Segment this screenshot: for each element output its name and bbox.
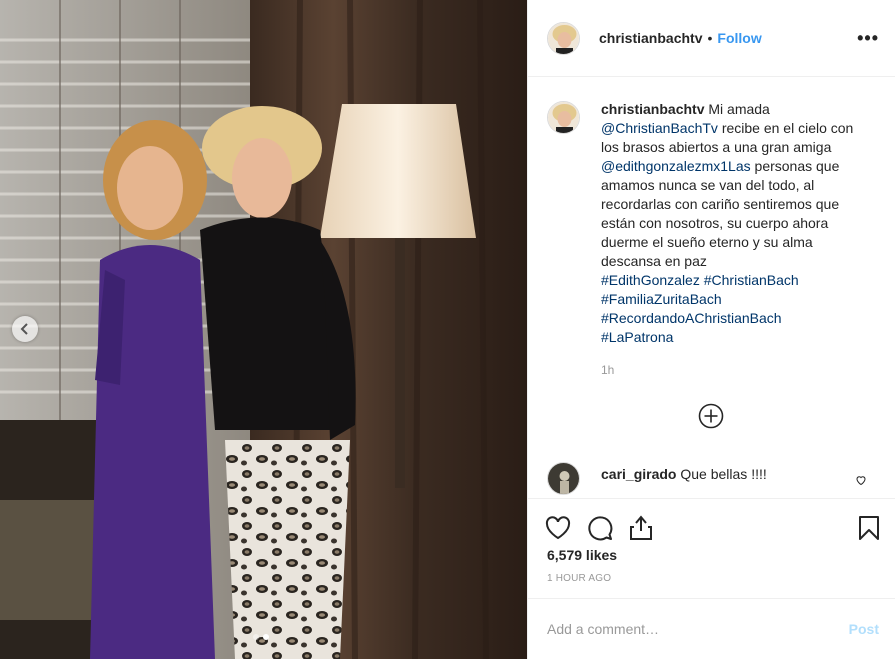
load-more-comments-button[interactable] <box>698 403 724 429</box>
comment-text: Que bellas !!!! <box>680 466 767 482</box>
mention-link[interactable]: @edithgonzalezmx1Las <box>601 158 751 174</box>
caption-username[interactable]: christianbachtv <box>601 101 704 117</box>
share-button[interactable] <box>629 515 653 541</box>
action-icons-row <box>528 499 895 547</box>
chevron-left-icon <box>20 323 28 335</box>
follow-button[interactable]: Follow <box>717 30 761 46</box>
heart-icon <box>545 516 571 540</box>
hashtag-link[interactable]: #RecordandoAChristianBach <box>601 310 782 326</box>
like-comment-heart-icon[interactable] <box>855 474 867 486</box>
bookmark-icon <box>859 516 879 540</box>
post-comment-button[interactable]: Post <box>849 621 879 637</box>
post-author-username[interactable]: christianbachtv <box>599 30 702 46</box>
post-caption: christianbachtv Mi amada @ChristianBachT… <box>528 78 895 380</box>
comment-body: cari_girado Que bellas !!!! <box>601 466 767 482</box>
comments-section[interactable]: christianbachtv Mi amada @ChristianBachT… <box>528 78 895 496</box>
comment-item: cari_girado Que bellas !!!! <box>547 462 879 495</box>
separator-dot: • <box>707 30 713 46</box>
commenter-avatar[interactable] <box>547 462 580 495</box>
like-button[interactable] <box>545 516 571 540</box>
previous-photo-button[interactable] <box>12 316 38 342</box>
hashtag-link[interactable]: #EdithGonzalez <box>601 272 700 288</box>
carousel-dot-active <box>263 634 269 640</box>
speech-bubble-icon <box>588 516 613 541</box>
caption-timestamp: 1h <box>601 363 615 377</box>
profile-photo <box>548 22 579 54</box>
hashtag-link[interactable]: #ChristianBach <box>704 272 799 288</box>
plus-circle-icon <box>698 403 724 429</box>
profile-photo <box>548 102 579 133</box>
share-icon <box>630 515 652 540</box>
post-timestamp[interactable]: 1 HOUR AGO <box>528 573 895 584</box>
hashtag-link[interactable]: #LaPatrona <box>601 329 673 345</box>
post-actions: 6,579 likes 1 HOUR AGO <box>528 498 895 598</box>
save-button[interactable] <box>858 515 880 541</box>
comment-input[interactable] <box>547 621 849 637</box>
post-side-panel: christianbachtv • Follow ••• christianba… <box>527 0 895 659</box>
caption-avatar[interactable] <box>547 101 580 134</box>
carousel-indicator <box>253 634 269 640</box>
post-header: christianbachtv • Follow ••• <box>528 0 895 77</box>
mention-link[interactable]: @ChristianBachTv <box>601 120 718 136</box>
add-comment-bar: Post <box>528 598 895 659</box>
caption-text: Mi amada <box>708 101 770 117</box>
comment-button[interactable] <box>587 515 613 541</box>
post-photo[interactable] <box>0 0 527 659</box>
hashtag-link[interactable]: #FamiliaZuritaBach <box>601 291 722 307</box>
commenter-photo <box>548 463 579 494</box>
caption-body: christianbachtv Mi amada @ChristianBachT… <box>601 100 871 380</box>
caption-text: personas que amamos nunca se van del tod… <box>601 158 840 269</box>
likes-count[interactable]: 6,579 likes <box>528 547 895 563</box>
carousel-dot <box>253 634 259 640</box>
avatar[interactable] <box>547 21 580 55</box>
commenter-username[interactable]: cari_girado <box>601 466 676 482</box>
photo-image <box>0 0 527 659</box>
more-options-icon[interactable]: ••• <box>857 28 879 49</box>
